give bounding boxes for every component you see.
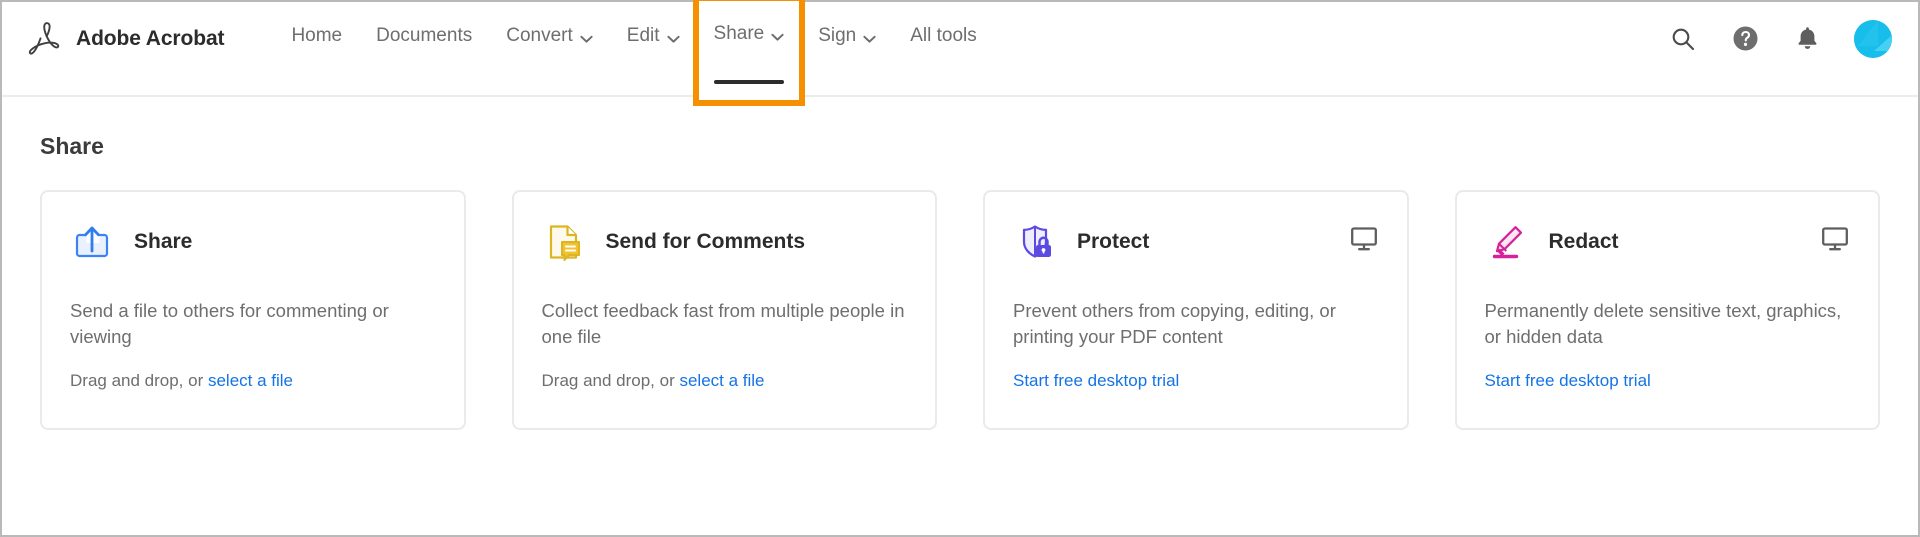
avatar[interactable] (1854, 19, 1892, 58)
share-page: Share Share Send a file to others for co… (2, 97, 1918, 430)
nav-item-all-tools[interactable]: All tools (893, 1, 994, 96)
tool-card-protect[interactable]: Protect Prevent others from copying, edi… (983, 190, 1409, 430)
main-nav: Home Documents Convert Edit Share Sign A… (274, 0, 994, 106)
card-description: Send a file to others for commenting or … (70, 300, 389, 348)
card-footer-prefix: Drag and drop, or (541, 370, 680, 390)
brand-name-label: Adobe Acrobat (76, 26, 225, 50)
card-title: Redact (1548, 230, 1619, 253)
card-header: Redact (1485, 218, 1851, 266)
card-footer: Drag and drop, or select a file (70, 371, 436, 391)
card-footer-prefix: Drag and drop, or (70, 370, 208, 390)
help-icon[interactable] (1730, 24, 1760, 54)
nav-item-share-label: Share (713, 23, 765, 44)
search-icon[interactable] (1668, 24, 1698, 54)
acrobat-web-app: Adobe Acrobat Home Documents Convert Edi… (0, 0, 1920, 537)
adobe-acrobat-logo-icon (26, 21, 60, 57)
desktop-monitor-icon (1820, 224, 1850, 254)
nav-active-underline (713, 80, 785, 84)
card-footer: Start free desktop trial (1013, 371, 1379, 391)
card-description: Permanently delete sensitive text, graph… (1484, 300, 1842, 348)
desktop-monitor-icon (1349, 224, 1379, 254)
nav-item-edit-label: Edit (626, 25, 660, 46)
page-title: Share (40, 133, 104, 159)
highlighter-marker-icon (1485, 219, 1531, 265)
card-footer: Start free desktop trial (1485, 371, 1851, 391)
brand-logo-group[interactable]: Adobe Acrobat (26, 21, 225, 57)
card-title: Send for Comments (605, 230, 806, 253)
nav-item-edit[interactable]: Edit (610, 1, 697, 96)
card-header: Send for Comments (542, 218, 908, 266)
top-navigation-bar: Adobe Acrobat Home Documents Convert Edi… (2, 0, 1918, 106)
start-free-desktop-trial-link[interactable]: Start free desktop trial (1013, 371, 1179, 391)
upload-share-icon (70, 219, 116, 265)
nav-item-home-label: Home (291, 25, 343, 46)
document-comment-icon (542, 219, 588, 265)
tool-card-redact[interactable]: Redact Permanently delete sensitive text… (1454, 190, 1880, 430)
card-footer: Drag and drop, or select a file (542, 371, 908, 391)
card-header: Share (70, 218, 436, 266)
shield-lock-icon (1013, 219, 1059, 265)
select-a-file-link[interactable]: select a file (208, 371, 293, 390)
card-header: Protect (1013, 218, 1379, 266)
chevron-down-icon (666, 28, 680, 50)
chevron-down-icon (771, 26, 784, 48)
card-title: Protect (1077, 230, 1150, 253)
topbar-actions (1668, 19, 1892, 58)
nav-item-convert-label: Convert (506, 25, 573, 46)
nav-item-convert[interactable]: Convert (489, 1, 610, 96)
notifications-bell-icon[interactable] (1792, 24, 1822, 54)
nav-item-home[interactable]: Home (274, 1, 359, 96)
nav-item-sign[interactable]: Sign (801, 1, 893, 96)
nav-item-all-tools-label: All tools (910, 25, 977, 46)
card-title: Share (134, 230, 193, 253)
start-free-desktop-trial-link[interactable]: Start free desktop trial (1485, 371, 1651, 391)
chevron-down-icon (580, 28, 593, 50)
nav-item-documents[interactable]: Documents (359, 1, 489, 96)
nav-item-documents-label: Documents (376, 25, 473, 46)
select-a-file-link[interactable]: select a file (679, 371, 764, 390)
card-description: Prevent others from copying, editing, or… (1013, 300, 1336, 348)
nav-item-share[interactable]: Share (692, 0, 806, 106)
card-description: Collect feedback fast from multiple peop… (541, 300, 905, 348)
tool-card-share[interactable]: Share Send a file to others for commenti… (40, 190, 466, 430)
tool-card-send-for-comments[interactable]: Send for Comments Collect feedback fast … (511, 190, 937, 430)
nav-item-sign-label: Sign (818, 25, 857, 46)
chevron-down-icon (863, 28, 876, 50)
tool-card-grid: Share Send a file to others for commenti… (40, 190, 1880, 430)
